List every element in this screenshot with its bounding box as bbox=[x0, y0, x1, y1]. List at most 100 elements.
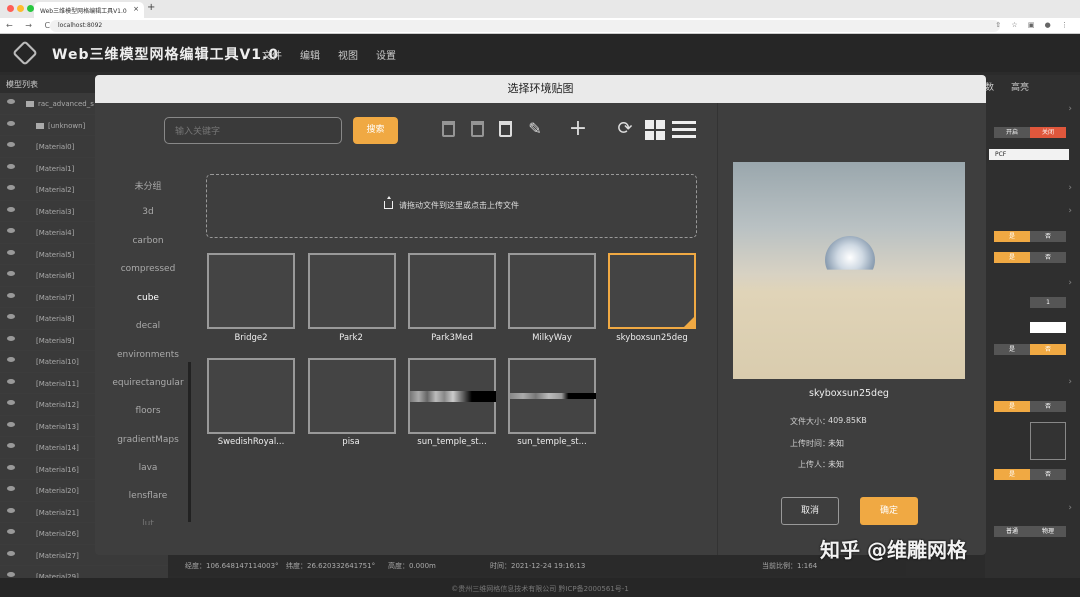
env-map-thumb[interactable] bbox=[207, 253, 295, 329]
eye-icon[interactable] bbox=[7, 271, 15, 276]
confirm-button[interactable]: 确定 bbox=[860, 497, 918, 525]
chevron-right-icon[interactable]: › bbox=[1068, 503, 1072, 513]
yes-button[interactable]: 是 bbox=[994, 401, 1030, 412]
eye-icon[interactable] bbox=[7, 335, 15, 341]
eye-icon[interactable] bbox=[7, 378, 15, 384]
category-item[interactable]: lensflare bbox=[106, 491, 190, 501]
category-item[interactable]: carbon bbox=[106, 236, 190, 246]
list-view-icon[interactable] bbox=[672, 121, 696, 139]
category-item[interactable]: environments bbox=[106, 350, 190, 360]
env-map-thumb[interactable] bbox=[308, 358, 396, 434]
shadow-type-select[interactable]: PCF bbox=[989, 149, 1069, 160]
no-button[interactable]: 否 bbox=[1030, 469, 1066, 480]
eye-icon[interactable] bbox=[7, 142, 15, 147]
upload-dropzone[interactable]: 请拖动文件到这里或点击上传文件 bbox=[206, 174, 697, 238]
physical-button[interactable]: 物理 bbox=[1030, 526, 1066, 537]
chevron-right-icon[interactable]: › bbox=[1068, 206, 1072, 216]
category-item[interactable]: 未分组 bbox=[106, 179, 190, 192]
chevron-right-icon[interactable]: › bbox=[1068, 183, 1072, 193]
category-scrollbar[interactable] bbox=[188, 362, 191, 522]
no-button[interactable]: 否 bbox=[1030, 401, 1066, 412]
category-item[interactable]: lut bbox=[106, 519, 190, 525]
no-button[interactable]: 否 bbox=[1030, 344, 1066, 355]
eye-icon[interactable] bbox=[7, 99, 15, 104]
new-tab-button[interactable]: + bbox=[147, 2, 155, 13]
eye-icon[interactable] bbox=[7, 228, 15, 233]
trash-icon[interactable] bbox=[499, 121, 512, 137]
chevron-right-icon[interactable]: › bbox=[1068, 377, 1072, 387]
tab-partial[interactable]: 数 bbox=[985, 80, 994, 93]
eye-icon[interactable] bbox=[7, 572, 15, 577]
eye-icon[interactable] bbox=[7, 314, 15, 319]
no-button[interactable]: 否 bbox=[1030, 252, 1066, 263]
yes-button[interactable]: 是 bbox=[994, 469, 1030, 480]
normal-button[interactable]: 普通 bbox=[994, 526, 1030, 537]
category-item[interactable]: gradientMaps bbox=[106, 435, 190, 445]
eye-icon[interactable] bbox=[7, 206, 15, 212]
eye-icon[interactable] bbox=[7, 507, 15, 513]
env-map-thumb[interactable] bbox=[207, 358, 295, 434]
address-bar[interactable]: localhost:8092 bbox=[50, 20, 1000, 32]
search-input[interactable] bbox=[164, 117, 342, 144]
env-map-thumb[interactable] bbox=[508, 253, 596, 329]
env-map-thumb[interactable] bbox=[408, 253, 496, 329]
env-map-thumb-selected[interactable] bbox=[608, 253, 696, 329]
chevron-right-icon[interactable]: › bbox=[1068, 278, 1072, 288]
menu-edit[interactable]: 编辑 bbox=[300, 47, 320, 62]
on-button[interactable]: 开启 bbox=[994, 127, 1030, 138]
cancel-button[interactable]: 取消 bbox=[781, 497, 839, 525]
grid-view-icon[interactable] bbox=[645, 120, 665, 140]
eye-icon[interactable] bbox=[7, 443, 15, 448]
menu-file[interactable]: 文件 bbox=[262, 47, 282, 62]
eye-icon[interactable] bbox=[7, 163, 15, 169]
eye-icon[interactable] bbox=[7, 400, 15, 405]
env-map-thumb[interactable] bbox=[308, 253, 396, 329]
minimize-window-dot[interactable] bbox=[17, 5, 24, 12]
no-button[interactable]: 否 bbox=[1030, 231, 1066, 242]
chevron-right-icon[interactable]: › bbox=[1068, 104, 1072, 114]
search-button[interactable]: 搜索 bbox=[353, 117, 398, 144]
menu-view[interactable]: 视图 bbox=[338, 47, 358, 62]
yes-button[interactable]: 是 bbox=[994, 252, 1030, 263]
eye-icon[interactable] bbox=[7, 292, 15, 298]
category-item[interactable]: floors bbox=[106, 406, 190, 416]
eye-icon[interactable] bbox=[7, 421, 15, 427]
off-button[interactable]: 关闭 bbox=[1030, 127, 1066, 138]
yes-button[interactable]: 是 bbox=[994, 231, 1030, 242]
eye-icon[interactable] bbox=[7, 357, 15, 362]
maximize-window-dot[interactable] bbox=[27, 5, 34, 12]
dialog-title: 选择环境贴图 bbox=[95, 75, 986, 103]
browser-extension-icons[interactable]: ⇧ ☆ ▣ ● ⋮ bbox=[995, 21, 1072, 29]
eye-icon[interactable] bbox=[7, 185, 15, 190]
eye-icon[interactable] bbox=[7, 529, 15, 534]
eye-icon[interactable] bbox=[7, 464, 15, 470]
category-item[interactable]: lava bbox=[106, 463, 190, 473]
eye-icon[interactable] bbox=[7, 120, 15, 126]
eye-icon[interactable] bbox=[7, 249, 15, 255]
color-swatch[interactable] bbox=[1030, 322, 1066, 333]
browser-nav-icons[interactable]: ← → C bbox=[6, 21, 55, 30]
tab-close-icon[interactable]: × bbox=[133, 5, 139, 13]
close-window-dot[interactable] bbox=[7, 5, 14, 12]
yes-button[interactable]: 是 bbox=[994, 344, 1030, 355]
edit-icon[interactable]: ✎ bbox=[525, 119, 545, 139]
eye-icon[interactable] bbox=[7, 550, 15, 556]
env-map-thumb[interactable] bbox=[408, 358, 496, 434]
category-item[interactable]: decal bbox=[106, 321, 190, 331]
texture-slot[interactable] bbox=[1030, 422, 1066, 460]
category-item[interactable]: compressed bbox=[106, 264, 190, 274]
menu-settings[interactable]: 设置 bbox=[376, 47, 396, 62]
env-map-thumb[interactable] bbox=[508, 358, 596, 434]
tab-highlight[interactable]: 高亮 bbox=[1011, 80, 1029, 93]
add-icon[interactable]: + bbox=[568, 118, 588, 140]
selected-check-icon bbox=[682, 315, 696, 329]
refresh-icon[interactable]: ⟳ bbox=[615, 119, 635, 139]
category-item-active[interactable]: cube bbox=[106, 293, 190, 303]
batch-delete-icon[interactable] bbox=[471, 121, 484, 137]
category-item[interactable]: 3d bbox=[106, 207, 190, 217]
delete-disabled-icon[interactable] bbox=[442, 121, 455, 137]
eye-icon[interactable] bbox=[7, 486, 15, 491]
browser-tab[interactable]: Web三维模型网格编辑工具V1.0 × bbox=[34, 2, 144, 18]
category-item[interactable]: equirectangular bbox=[106, 378, 190, 388]
number-input[interactable]: 1 bbox=[1030, 297, 1066, 308]
